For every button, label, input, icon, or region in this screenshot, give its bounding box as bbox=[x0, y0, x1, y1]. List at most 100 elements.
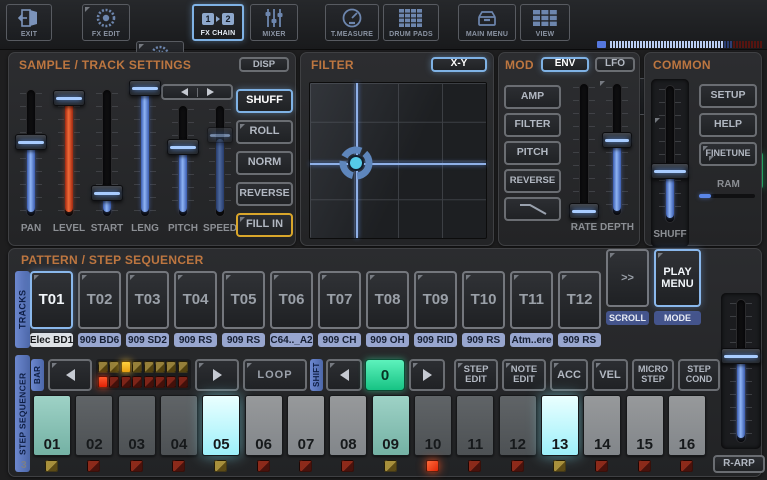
step-02[interactable]: 02 bbox=[75, 395, 114, 456]
track-button-t10[interactable]: T10 bbox=[462, 271, 505, 329]
slider-handle-line bbox=[94, 191, 120, 195]
slider-track[interactable] bbox=[651, 83, 689, 225]
step-08[interactable]: 08 bbox=[329, 395, 368, 456]
mod-amp-button[interactable]: AMP bbox=[504, 85, 561, 109]
step-cond-button[interactable]: STEP COND bbox=[678, 359, 720, 391]
step-04[interactable]: 04 bbox=[159, 395, 198, 456]
mod-reverse-button[interactable]: REVERSE bbox=[504, 169, 561, 193]
xy-mode-button[interactable]: X-Y bbox=[431, 57, 487, 72]
disp-button[interactable]: DISP bbox=[239, 57, 289, 72]
shift-left-button[interactable] bbox=[326, 359, 362, 391]
play-menu-button[interactable]: PLAY MENU bbox=[654, 249, 701, 307]
fx-chain-button[interactable]: 1 2 FX CHAIN bbox=[192, 4, 244, 41]
step-01[interactable]: 01 bbox=[33, 395, 71, 456]
step-edit-button[interactable]: STEP EDIT bbox=[454, 359, 498, 391]
start-slider[interactable]: START bbox=[91, 87, 123, 237]
track-button-t01[interactable]: T01 bbox=[30, 271, 73, 329]
note-edit-button[interactable]: NOTE EDIT bbox=[502, 359, 546, 391]
xy-cursor-knob[interactable] bbox=[337, 144, 375, 182]
micro-step-button[interactable]: MICRO STEP bbox=[632, 359, 674, 391]
track-button-t12[interactable]: T12 bbox=[558, 271, 601, 329]
filter-xy-pad[interactable] bbox=[309, 82, 487, 239]
depth-slider[interactable]: DEPTH bbox=[600, 81, 634, 236]
step-16[interactable]: 16 bbox=[667, 395, 706, 456]
slider-handle[interactable] bbox=[15, 134, 47, 151]
lfo-tab[interactable]: LFO bbox=[595, 57, 635, 72]
step-10[interactable]: 10 bbox=[413, 395, 452, 456]
step-11[interactable]: 11 bbox=[456, 395, 495, 456]
help-button[interactable]: HELP bbox=[699, 113, 757, 137]
track-button-t03[interactable]: T03 bbox=[126, 271, 169, 329]
roll-button[interactable]: ROLL bbox=[236, 120, 293, 144]
step-05[interactable]: 05 bbox=[202, 395, 241, 456]
slider-handle[interactable] bbox=[602, 131, 632, 148]
level-slider[interactable]: LEVEL bbox=[53, 87, 85, 237]
track-sample-badge-t08: 909 OH bbox=[366, 333, 409, 347]
speed-slider[interactable]: SPEED bbox=[203, 103, 237, 237]
pan-slider[interactable]: PAN bbox=[15, 87, 47, 237]
vel-button[interactable]: VEL bbox=[592, 359, 628, 391]
view-button[interactable]: VIEW bbox=[520, 4, 570, 41]
exit-button[interactable]: EXIT bbox=[6, 4, 52, 41]
track-button-t08[interactable]: T08 bbox=[366, 271, 409, 329]
mod-filter-button[interactable]: FILTER bbox=[504, 113, 561, 137]
fx-edit-button[interactable]: FX EDIT bbox=[82, 4, 130, 41]
slider-track[interactable] bbox=[207, 103, 233, 219]
slider-track[interactable] bbox=[129, 80, 161, 219]
mod-pitch-button[interactable]: PITCH bbox=[504, 141, 561, 165]
slider-handle[interactable] bbox=[167, 139, 199, 156]
loop-button[interactable]: LOOP bbox=[243, 359, 307, 391]
step-15[interactable]: 15 bbox=[625, 395, 664, 456]
meter-segment bbox=[682, 41, 684, 48]
track-button-t04[interactable]: T04 bbox=[174, 271, 217, 329]
slider-track[interactable] bbox=[167, 103, 199, 219]
slider-handle[interactable] bbox=[721, 348, 761, 365]
step-13[interactable]: 13 bbox=[540, 395, 579, 456]
slider-track[interactable] bbox=[53, 87, 85, 219]
slider-handle[interactable] bbox=[207, 127, 233, 144]
norm-button[interactable]: NORM bbox=[236, 151, 293, 175]
step-06[interactable]: 06 bbox=[244, 395, 283, 456]
slider-track[interactable] bbox=[91, 87, 123, 219]
slider-handle[interactable] bbox=[129, 80, 161, 97]
fill-in-button[interactable]: FILL IN bbox=[236, 213, 293, 237]
slider-handle[interactable] bbox=[53, 89, 85, 106]
env-tab[interactable]: ENV bbox=[541, 57, 589, 72]
rate-slider[interactable]: RATE bbox=[569, 81, 599, 236]
bar-next-button[interactable] bbox=[195, 359, 239, 391]
track-scroll-button[interactable]: >> bbox=[606, 249, 649, 307]
shift-right-button[interactable] bbox=[409, 359, 445, 391]
reverse-button[interactable]: REVERSE bbox=[236, 182, 293, 206]
common-shuff-slider[interactable]: SHUFF bbox=[651, 79, 689, 247]
bar-prev-button[interactable] bbox=[48, 359, 92, 391]
step-03[interactable]: 03 bbox=[117, 395, 156, 456]
slider-track[interactable] bbox=[569, 81, 599, 220]
leng-slider[interactable]: LENG bbox=[129, 80, 161, 237]
main-menu-button[interactable]: MAIN MENU bbox=[458, 4, 516, 41]
track-button-t06[interactable]: T06 bbox=[270, 271, 313, 329]
step-09[interactable]: 09 bbox=[371, 395, 410, 456]
step-14[interactable]: 14 bbox=[583, 395, 622, 456]
step-12[interactable]: 12 bbox=[498, 395, 537, 456]
slider-track[interactable] bbox=[602, 81, 632, 218]
track-button-t05[interactable]: T05 bbox=[222, 271, 265, 329]
acc-button[interactable]: ACC bbox=[550, 359, 588, 391]
mod-envelope-shape-button[interactable] bbox=[504, 197, 561, 221]
shuff-button[interactable]: SHUFF bbox=[236, 89, 293, 113]
slider-handle[interactable] bbox=[569, 203, 599, 220]
pitch-slider[interactable]: PITCH bbox=[167, 103, 199, 237]
setup-button[interactable]: SETUP bbox=[699, 84, 757, 108]
slider-handle[interactable] bbox=[91, 184, 123, 201]
mixer-button[interactable]: MIXER bbox=[250, 4, 298, 41]
sample-prev-next-button[interactable] bbox=[161, 84, 233, 100]
track-button-t07[interactable]: T07 bbox=[318, 271, 361, 329]
slider-track[interactable] bbox=[15, 87, 47, 219]
track-button-t09[interactable]: T09 bbox=[414, 271, 457, 329]
finetune-button[interactable]: FINETUNE bbox=[699, 142, 757, 166]
drum-pads-button[interactable]: DRUM PADS bbox=[383, 4, 439, 41]
slider-handle[interactable] bbox=[651, 163, 689, 180]
t-measure-button[interactable]: T.MEASURE bbox=[325, 4, 379, 41]
step-07[interactable]: 07 bbox=[286, 395, 325, 456]
track-button-t02[interactable]: T02 bbox=[78, 271, 121, 329]
track-button-t11[interactable]: T11 bbox=[510, 271, 553, 329]
